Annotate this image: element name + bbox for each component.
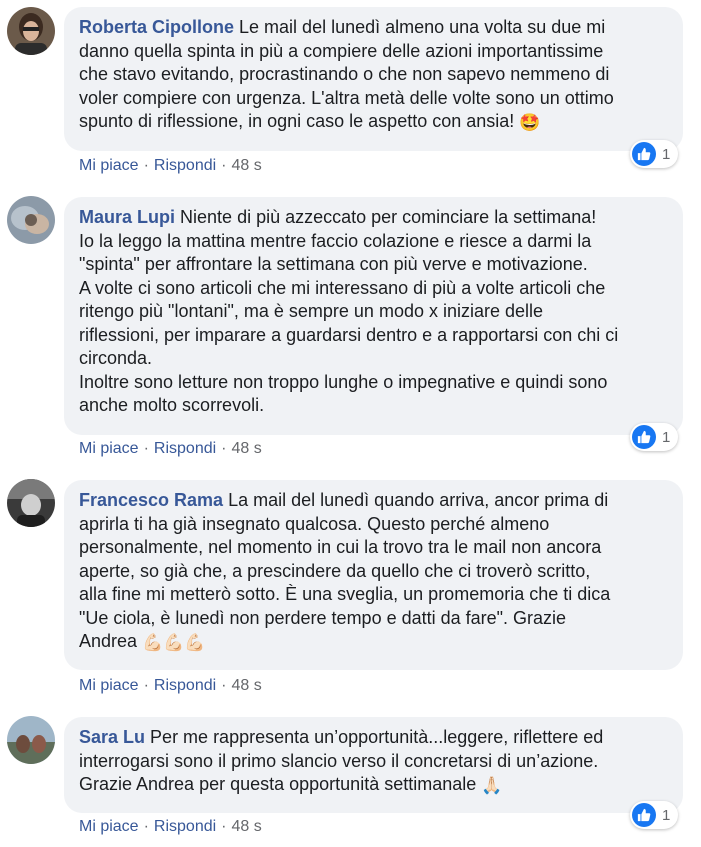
comment-author[interactable]: Roberta Cipollone: [79, 17, 234, 37]
comment-author[interactable]: Maura Lupi: [79, 207, 175, 227]
comment-text-line: Inoltre sono letture non troppo lunghe o…: [79, 371, 608, 392]
reaction-count[interactable]: 1: [630, 140, 679, 168]
comment-text-line: circonda.: [79, 348, 153, 368]
reaction-count[interactable]: 1: [630, 423, 679, 451]
comment-text-line: "spinta" per affrontare la settimana con…: [79, 254, 588, 274]
avatar[interactable]: [7, 196, 55, 244]
reaction-count-value: 1: [662, 428, 671, 446]
comment-text-line: A volte ci sono articoli che mi interess…: [79, 277, 606, 298]
avatar[interactable]: [7, 7, 55, 55]
like-reaction-icon: [632, 425, 656, 449]
comment-author[interactable]: Sara Lu: [79, 727, 145, 747]
comment-text-line: alla fine mi metterò sotto. È una svegli…: [79, 584, 611, 604]
separator-dot: ·: [221, 440, 227, 457]
comment-text-line: Grazie Andrea per questa opportunità set…: [79, 774, 477, 794]
comment-text-line: Andrea: [79, 631, 138, 651]
folded-hands-emoji: 🙏🏻: [481, 776, 503, 795]
comment-timestamp[interactable]: 48 s: [232, 677, 262, 694]
like-reaction-icon: [632, 803, 656, 827]
separator-dot: ·: [221, 677, 227, 694]
flexed-biceps-emoji: 💪🏻💪🏻💪🏻: [142, 633, 206, 652]
reply-button[interactable]: Rispondi: [154, 677, 216, 694]
comment-text-line: Per me rappresenta un’opportunità...legg…: [150, 727, 604, 747]
comment-timestamp[interactable]: 48 s: [232, 440, 262, 457]
comment-text-line: Io la leggo la mattina mentre faccio col…: [79, 230, 592, 251]
comment-text-line: La mail del lunedì quando arriva, ancor …: [228, 490, 609, 510]
comment-bubble: Roberta Cipollone Le mail del lunedì alm…: [64, 7, 683, 151]
comment-text-line: danno quella spinta in più a compiere de…: [79, 40, 604, 61]
separator-dot: ·: [221, 818, 227, 835]
comment-bubble: Sara Lu Per me rappresenta un’opportunit…: [64, 717, 683, 813]
separator-dot: ·: [143, 677, 149, 694]
comment-text-line: voler compiere con urgenza. L'altra metà…: [79, 87, 614, 108]
comment-timestamp[interactable]: 48 s: [232, 818, 262, 835]
reaction-count[interactable]: 1: [630, 801, 679, 829]
separator-dot: ·: [221, 157, 227, 174]
reply-button[interactable]: Rispondi: [154, 440, 216, 457]
like-button[interactable]: Mi piace: [79, 818, 139, 835]
reaction-count-value: 1: [662, 806, 671, 824]
comment-text-line: riflessioni, per imparare a guardarsi de…: [79, 324, 619, 345]
reply-button[interactable]: Rispondi: [154, 818, 216, 835]
separator-dot: ·: [143, 157, 149, 174]
reply-button[interactable]: Rispondi: [154, 157, 216, 174]
comment-actions: Mi piace · Rispondi · 48 s: [79, 156, 262, 176]
comment-bubble: Francesco Rama La mail del lunedì quando…: [64, 480, 683, 670]
like-button[interactable]: Mi piace: [79, 440, 139, 457]
comment-actions: Mi piace · Rispondi · 48 s: [79, 676, 262, 696]
comment-text-line: "Ue ciola, è lunedì non perdere tempo e …: [79, 607, 567, 628]
comment-text-line: personalmente, nel momento in cui la tro…: [79, 537, 602, 557]
avatar[interactable]: [7, 479, 55, 527]
comment-timestamp[interactable]: 48 s: [232, 157, 262, 174]
like-reaction-icon: [632, 142, 656, 166]
comment-text-line: anche molto scorrevoli.: [79, 395, 265, 415]
separator-dot: ·: [143, 818, 149, 835]
comment-text-line: aperte, so già che, a prescindere da que…: [79, 560, 591, 581]
comment-text-line: interrogarsi sono il primo slancio verso…: [79, 750, 599, 771]
comment-bubble: Maura Lupi Niente di più azzeccato per c…: [64, 197, 683, 435]
reaction-count-value: 1: [662, 145, 671, 163]
comment-text-line: Le mail del lunedì almeno una volta su d…: [239, 17, 606, 37]
comment-text-line: spunto di riflessione, in ogni caso le a…: [79, 111, 515, 131]
comment-text-line: aprirla ti ha già insegnato qualcosa. Qu…: [79, 513, 550, 534]
avatar[interactable]: [7, 716, 55, 764]
star-struck-emoji: 🤩: [519, 113, 541, 132]
comment-text-line: ritengo più "lontani", ma è sempre un mo…: [79, 301, 544, 321]
comment-actions: Mi piace · Rispondi · 48 s: [79, 817, 262, 837]
comment-author[interactable]: Francesco Rama: [79, 490, 223, 510]
comment-actions: Mi piace · Rispondi · 48 s: [79, 439, 262, 459]
like-button[interactable]: Mi piace: [79, 677, 139, 694]
comment-text-line: che stavo evitando, procrastinando o che…: [79, 64, 610, 84]
comment-text-line: Niente di più azzeccato per cominciare l…: [180, 207, 597, 227]
separator-dot: ·: [143, 440, 149, 457]
like-button[interactable]: Mi piace: [79, 157, 139, 174]
